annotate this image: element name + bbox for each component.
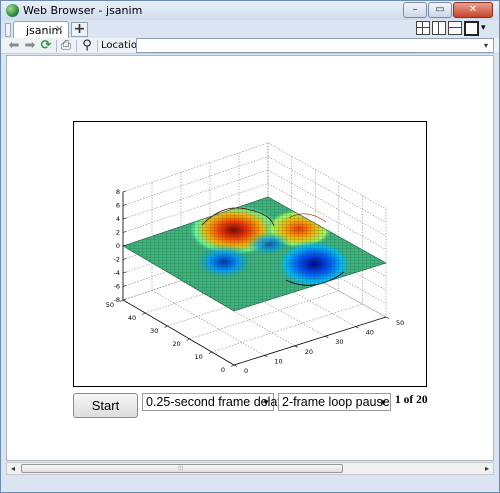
page-content: 8 6 4 2 0 -2 -4 -6 -8 50 40 30 20 10 0 0 10 20 30 40 50 St… — [6, 55, 494, 461]
x-tick-label: 50 — [396, 319, 404, 327]
y-tick-label: 0 — [221, 366, 225, 374]
x-tick-label: 40 — [366, 329, 374, 337]
x-tick-label: 0 — [244, 367, 248, 375]
refresh-icon[interactable]: ⟳ — [39, 39, 53, 53]
toolbar-separator — [56, 40, 57, 52]
z-tick-label: 0 — [116, 242, 120, 250]
title-bar: Web Browser - jsanim – ▭ ✕ — [1, 1, 499, 20]
horizontal-scrollbar[interactable]: ◂ ⦙⦙⦙ ▸ — [6, 462, 494, 475]
tab-bar: jsanim ✕ + ▾ — [1, 20, 499, 38]
browser-window: Web Browser - jsanim – ▭ ✕ jsanim ✕ + ▾ … — [0, 0, 500, 493]
tab-jsanim[interactable]: jsanim ✕ — [13, 21, 69, 38]
tile-grid-icon[interactable] — [416, 21, 430, 35]
scroll-grip-icon: ⦙⦙⦙ — [178, 463, 184, 472]
y-tick-label: 50 — [106, 301, 114, 309]
location-input[interactable] — [136, 38, 494, 53]
browser-globe-icon — [6, 4, 19, 17]
single-pane-icon[interactable] — [464, 21, 479, 36]
window-controls: – ▭ ✕ — [402, 2, 493, 18]
location-dropdown-icon[interactable]: ▾ — [484, 41, 498, 50]
z-tick-label: 4 — [116, 215, 120, 223]
x-tick-label: 20 — [305, 348, 313, 356]
chevron-down-icon: ▼ — [379, 398, 387, 407]
y-tick-label: 40 — [128, 314, 136, 322]
z-tick-label: 6 — [116, 202, 120, 210]
forward-arrow-icon[interactable]: ➡ — [23, 39, 37, 53]
z-tick-label: 8 — [116, 188, 120, 196]
y-tick-label: 10 — [195, 353, 203, 361]
chevron-down-icon: ▼ — [262, 398, 270, 407]
z-tick-label: -8 — [114, 296, 120, 304]
surface-plot: 86420-2-4-6-8 50403020100 01020304050 — [106, 142, 404, 375]
x-tick-label: 30 — [335, 338, 343, 346]
back-arrow-icon[interactable]: ⬅ — [7, 39, 21, 53]
scroll-thumb[interactable]: ⦙⦙⦙ — [21, 463, 343, 473]
z-tick-label: -4 — [114, 269, 120, 277]
toolbar-separator — [76, 40, 77, 52]
find-binoculars-icon[interactable]: ⚲ — [80, 39, 94, 53]
tab-handle[interactable] — [5, 23, 11, 37]
dock-arrow-icon[interactable]: ▾ — [481, 21, 495, 35]
z-tick-label: 2 — [116, 229, 120, 237]
start-button[interactable]: Start — [73, 393, 138, 418]
frame-counter: 1 of 20 — [395, 394, 428, 406]
maximize-button[interactable]: ▭ — [428, 2, 452, 18]
tab-close-icon[interactable]: ✕ — [55, 23, 64, 36]
navigation-toolbar: ⬅ ➡ ⟳ ⎙ ⚲ Location: ▾ — [1, 38, 499, 54]
z-tick-label: -6 — [114, 283, 120, 291]
y-axis-ticks: 50 40 30 20 10 0 — [106, 299, 235, 374]
scroll-left-icon[interactable]: ◂ — [7, 463, 19, 474]
animation-controls: Start 0.25-second frame delay ▼ 2-frame … — [73, 393, 453, 419]
frame-delay-select[interactable]: 0.25-second frame delay ▼ — [142, 393, 284, 411]
split-horizontal-icon[interactable] — [448, 21, 462, 35]
y-tick-label: 20 — [172, 340, 180, 348]
z-tick-label: -2 — [114, 256, 120, 264]
toolbar-separator — [97, 40, 98, 52]
window-title: Web Browser - jsanim — [23, 4, 143, 17]
animation-figure: 8 6 4 2 0 -2 -4 -6 -8 50 40 30 20 10 0 0 10 20 30 40 50 — [73, 121, 427, 387]
minimize-button[interactable]: – — [403, 2, 427, 18]
new-tab-button[interactable]: + — [71, 22, 88, 37]
print-icon[interactable]: ⎙ — [59, 39, 73, 53]
loop-pause-select[interactable]: 2-frame loop pause ▼ — [278, 393, 391, 411]
y-tick-label: 30 — [150, 327, 158, 335]
loop-pause-value: 2-frame loop pause — [282, 395, 390, 409]
layout-buttons: ▾ — [414, 21, 495, 36]
status-bar — [1, 476, 499, 492]
x-tick-label: 10 — [274, 357, 282, 365]
split-vertical-icon[interactable] — [432, 21, 446, 35]
scroll-right-icon[interactable]: ▸ — [481, 463, 493, 474]
close-button[interactable]: ✕ — [453, 2, 493, 18]
